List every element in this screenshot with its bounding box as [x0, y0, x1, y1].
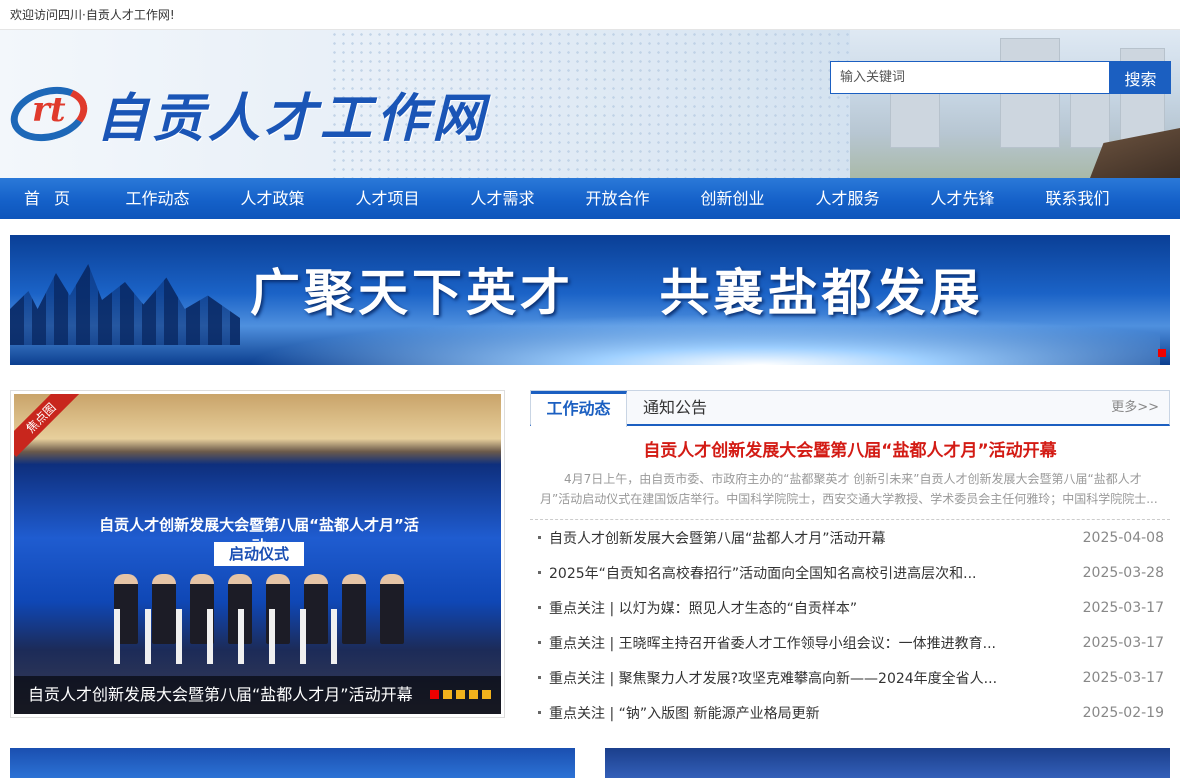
pager-dot[interactable] [456, 690, 465, 699]
headline-summary: 4月7日上午，由自贡市委、市政府主办的“盐都聚英才 创新引未来”自贡人才创新发展… [540, 472, 1158, 506]
nav-item-innovation[interactable]: 创新创业 [675, 178, 790, 219]
nav-item-open-cooperation[interactable]: 开放合作 [560, 178, 675, 219]
bullet-icon [538, 606, 541, 609]
bullet-icon [538, 711, 541, 714]
search-box: 搜索 [830, 61, 1171, 94]
pager-dot[interactable] [482, 690, 491, 699]
news-date: 2025-03-17 [1082, 669, 1164, 686]
news-list: 自贡人才创新发展大会暨第八届“盐都人才月”活动开幕 2025-04-08 202… [530, 519, 1170, 730]
news-tabs: 工作动态 通知公告 更多>> [530, 390, 1170, 427]
launch-pillars [114, 609, 337, 664]
focus-caption[interactable]: 自贡人才创新发展大会暨第八届“盐都人才月”活动开幕 [28, 681, 428, 705]
nav-item-work-news[interactable]: 工作动态 [100, 178, 215, 219]
news-title[interactable]: 自贡人才创新发展大会暨第八届“盐都人才月”活动开幕 [549, 528, 886, 548]
headline-news[interactable]: 自贡人才创新发展大会暨第八届“盐都人才月”活动开幕 [530, 436, 1170, 461]
bullet-icon [538, 571, 541, 574]
news-date: 2025-04-08 [1082, 529, 1164, 546]
lower-banner-right[interactable] [605, 748, 1170, 778]
news-title[interactable]: 重点关注 | 聚焦聚力人才发展?攻坚克难攀高向新——2024年度全省人... [549, 668, 997, 688]
nav-item-talent-projects[interactable]: 人才项目 [330, 178, 445, 219]
nav-item-home[interactable]: 首页 [0, 178, 100, 219]
city-photo [850, 30, 1180, 178]
search-button[interactable]: 搜索 [1110, 61, 1171, 94]
bullet-icon [538, 536, 541, 539]
list-item[interactable]: 2025年“自贡知名高校春招行”活动面向全国知名高校引进高层次和... 2025… [530, 555, 1170, 590]
site-header: rt 自贡人才工作网 搜索 [0, 30, 1180, 178]
pager-dot[interactable] [469, 690, 478, 699]
main-nav: 首页 工作动态 人才政策 人才项目 人才需求 开放合作 创新创业 人才服务 人才… [0, 178, 1180, 219]
site-logo[interactable]: rt 自贡人才工作网 [4, 76, 489, 151]
focus-ribbon: 焦点图 [14, 394, 80, 457]
stage-subtitle: 启动仪式 [214, 542, 304, 566]
nav-item-talent-demand[interactable]: 人才需求 [445, 178, 560, 219]
focus-slider: 自贡人才创新发展大会暨第八届“盐都人才月”活动 启动仪式 焦点图 自贡人才创新发… [10, 390, 505, 718]
list-item[interactable]: 重点关注 | “钠”入版图 新能源产业格局更新 2025-02-19 [530, 695, 1170, 730]
news-title[interactable]: 重点关注 | 以灯为媒：照见人才生态的“自贡样本” [549, 598, 857, 618]
news-panel: 工作动态 通知公告 更多>> 自贡人才创新发展大会暨第八届“盐都人才月”活动开幕… [530, 390, 1170, 730]
banner-indicator[interactable] [1158, 349, 1166, 357]
news-date: 2025-03-28 [1082, 564, 1164, 581]
news-date: 2025-03-17 [1082, 599, 1164, 616]
news-title[interactable]: 重点关注 | “钠”入版图 新能源产业格局更新 [549, 703, 820, 723]
list-item[interactable]: 自贡人才创新发展大会暨第八届“盐都人才月”活动开幕 2025-04-08 [530, 520, 1170, 555]
logo-mark-icon: rt [4, 78, 94, 149]
nav-item-talent-pioneer[interactable]: 人才先锋 [905, 178, 1020, 219]
focus-pager [430, 690, 491, 699]
focus-photo[interactable]: 自贡人才创新发展大会暨第八届“盐都人才月”活动 启动仪式 焦点图 自贡人才创新发… [14, 394, 501, 714]
promo-banner[interactable]: 广聚天下英才 共襄盐都发展 [10, 235, 1170, 365]
lower-banner-left[interactable] [10, 748, 575, 778]
banner-slogan: 广聚天下英才 共襄盐都发展 [250, 264, 984, 322]
more-link[interactable]: 更多>> [1111, 391, 1159, 425]
pager-dot[interactable] [430, 690, 439, 699]
welcome-text: 欢迎访问四川·自贡人才工作网! [10, 8, 175, 22]
nav-item-contact[interactable]: 联系我们 [1020, 178, 1135, 219]
news-date: 2025-03-17 [1082, 634, 1164, 651]
news-date: 2025-02-19 [1082, 704, 1164, 721]
site-name: 自贡人才工作网 [96, 88, 489, 149]
search-input[interactable] [830, 61, 1110, 94]
bullet-icon [538, 641, 541, 644]
pager-dot[interactable] [443, 690, 452, 699]
list-item[interactable]: 重点关注 | 聚焦聚力人才发展?攻坚克难攀高向新——2024年度全省人... 2… [530, 660, 1170, 695]
tab-notices[interactable]: 通知公告 [627, 391, 723, 424]
list-item[interactable]: 重点关注 | 以灯为媒：照见人才生态的“自贡样本” 2025-03-17 [530, 590, 1170, 625]
bullet-icon [538, 676, 541, 679]
list-item[interactable]: 重点关注 | 王晓晖主持召开省委人才工作领导小组会议：一体推进教育... 202… [530, 625, 1170, 660]
tab-work-news[interactable]: 工作动态 [531, 391, 627, 427]
news-title[interactable]: 2025年“自贡知名高校春招行”活动面向全国知名高校引进高层次和... [549, 563, 976, 583]
nav-item-talent-policy[interactable]: 人才政策 [215, 178, 330, 219]
news-title[interactable]: 重点关注 | 王晓晖主持召开省委人才工作领导小组会议：一体推进教育... [549, 633, 996, 653]
nav-item-talent-service[interactable]: 人才服务 [790, 178, 905, 219]
welcome-bar: 欢迎访问四川·自贡人才工作网! [0, 0, 1180, 30]
